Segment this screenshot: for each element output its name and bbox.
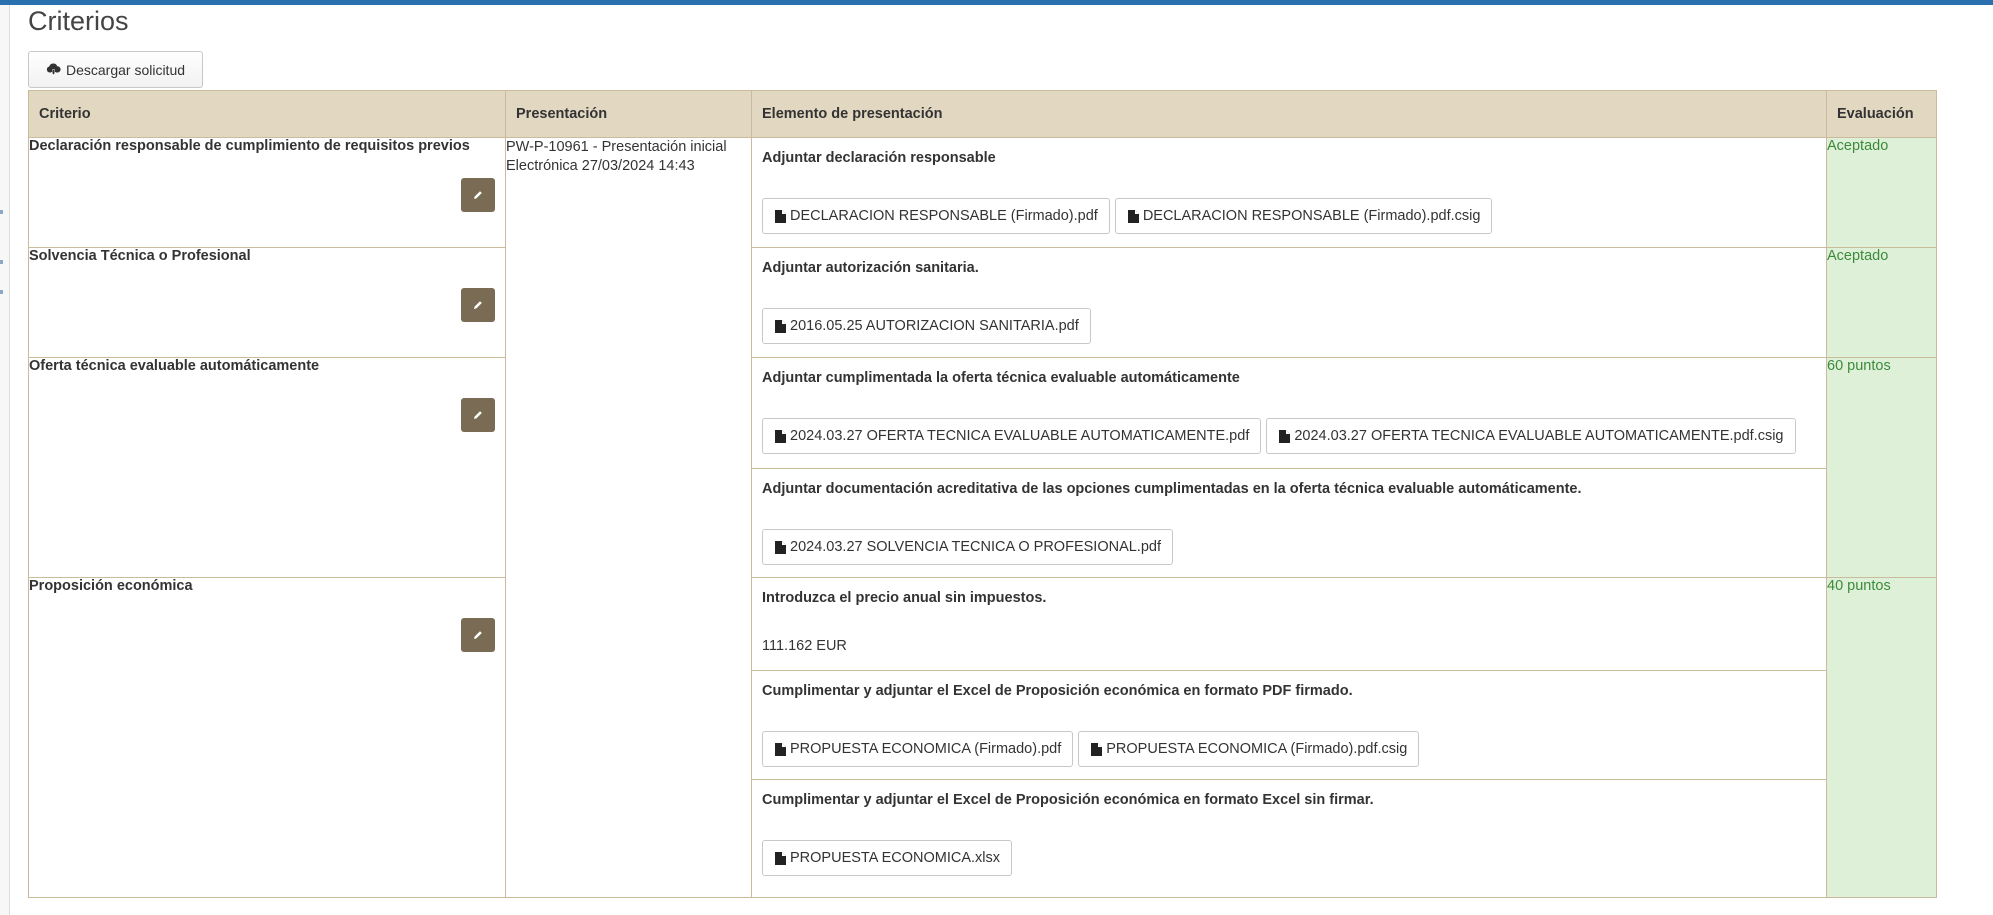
element-block: Adjuntar documentación acreditativa de l…: [752, 468, 1826, 577]
element-cell: Adjuntar cumplimentada la oferta técnica…: [751, 357, 1827, 578]
download-request-label: Descargar solicitud: [65, 61, 186, 78]
element-title: Introduzca el precio anual sin impuestos…: [762, 590, 1047, 606]
table-row: Proposición económica Introduzca el prec…: [28, 577, 1937, 898]
edit-criterion-button[interactable]: [461, 288, 495, 322]
column-header-presentacion: Presentación: [505, 90, 752, 138]
table-row: Declaración responsable de cumplimiento …: [28, 137, 1937, 898]
evaluation-cell: 60 puntos: [1826, 357, 1937, 578]
file-name: PROPUESTA ECONOMICA (Firmado).pdf.csig: [1106, 741, 1408, 757]
criterion-name: Oferta técnica evaluable automáticamente: [29, 358, 320, 374]
criterion-cell: Solvencia Técnica o Profesional: [28, 247, 506, 358]
file-list: DECLARACION RESPONSABLE (Firmado).pdf DE…: [762, 198, 1497, 234]
file-icon: [775, 742, 786, 756]
file-name: 2024.03.27 OFERTA TECNICA EVALUABLE AUTO…: [790, 428, 1250, 444]
left-panel-edge: [0, 5, 10, 915]
edit-criterion-button[interactable]: [461, 398, 495, 432]
element-cell: Introduzca el precio anual sin impuestos…: [751, 577, 1827, 898]
element-title: Cumplimentar y adjuntar el Excel de Prop…: [762, 683, 1353, 699]
file-list: 2024.03.27 SOLVENCIA TECNICA O PROFESION…: [762, 529, 1178, 565]
file-download-button[interactable]: DECLARACION RESPONSABLE (Firmado).pdf: [762, 198, 1110, 234]
criterion-cell: Proposición económica: [28, 577, 506, 898]
element-block: Introduzca el precio anual sin impuestos…: [752, 578, 1826, 670]
file-name: 2016.05.25 AUTORIZACION SANITARIA.pdf: [790, 318, 1079, 334]
file-icon: [1127, 209, 1139, 223]
price-value: 111.162 EUR: [762, 638, 847, 654]
element-block: Adjuntar cumplimentada la oferta técnica…: [752, 358, 1826, 468]
column-header-elemento: Elemento de presentación: [751, 90, 1827, 138]
presentation-date: Electrónica 27/03/2024 14:43: [506, 158, 695, 174]
file-name: PROPUESTA ECONOMICA (Firmado).pdf: [790, 741, 1062, 757]
file-download-button[interactable]: PROPUESTA ECONOMICA (Firmado).pdf.csig: [1078, 731, 1420, 767]
column-header-criterio: Criterio: [28, 90, 506, 138]
file-download-button[interactable]: 2024.03.27 SOLVENCIA TECNICA O PROFESION…: [762, 529, 1173, 565]
element-title: Adjuntar autorización sanitaria.: [762, 260, 979, 276]
evaluation-cell: 40 puntos: [1826, 577, 1937, 898]
page-title: Criterios: [28, 6, 129, 36]
element-title: Adjuntar declaración responsable: [762, 150, 996, 166]
file-list: PROPUESTA ECONOMICA.xlsx: [762, 840, 1017, 876]
edit-criterion-button[interactable]: [461, 618, 495, 652]
element-title: Adjuntar cumplimentada la oferta técnica…: [762, 370, 1240, 386]
criterion-name: Proposición económica: [29, 578, 193, 594]
table-header-row: Criterio Presentación Elemento de presen…: [28, 90, 1937, 138]
criterion-cell: Oferta técnica evaluable automáticamente: [28, 357, 506, 578]
file-icon: [1091, 742, 1103, 756]
pencil-icon: [474, 191, 482, 199]
criterion-name: Declaración responsable de cumplimiento …: [29, 138, 470, 154]
edit-criterion-button[interactable]: [461, 178, 495, 212]
file-icon: [775, 851, 786, 865]
presentation-id: PW-P-10961 - Presentación inicial: [506, 139, 727, 155]
file-icon: [775, 540, 786, 554]
download-request-button[interactable]: Descargar solicitud: [28, 51, 203, 88]
table-row: Oferta técnica evaluable automáticamente…: [28, 357, 1937, 578]
file-name: DECLARACION RESPONSABLE (Firmado).pdf: [790, 208, 1098, 224]
left-edge-marker: [0, 290, 3, 294]
criteria-table: Criterio Presentación Elemento de presen…: [28, 90, 1937, 898]
file-download-button[interactable]: 2024.03.27 OFERTA TECNICA EVALUABLE AUTO…: [1266, 418, 1796, 454]
element-block: Adjuntar declaración responsable DECLARA…: [752, 138, 1826, 247]
element-title: Cumplimentar y adjuntar el Excel de Prop…: [762, 792, 1374, 808]
file-list: 2024.03.27 OFERTA TECNICA EVALUABLE AUTO…: [762, 418, 1801, 454]
file-download-button[interactable]: PROPUESTA ECONOMICA (Firmado).pdf: [762, 731, 1074, 767]
file-download-button[interactable]: PROPUESTA ECONOMICA.xlsx: [762, 840, 1013, 876]
element-block: Adjuntar autorización sanitaria. 2016.05…: [752, 248, 1826, 357]
file-icon: [775, 209, 786, 223]
file-name: DECLARACION RESPONSABLE (Firmado).pdf.cs…: [1142, 208, 1481, 224]
pencil-icon: [474, 631, 482, 639]
criterion-cell: Declaración responsable de cumplimiento …: [28, 137, 506, 248]
table-row: Solvencia Técnica o Profesional Adjuntar…: [28, 247, 1937, 358]
file-icon: [1279, 429, 1291, 443]
file-download-button[interactable]: 2016.05.25 AUTORIZACION SANITARIA.pdf: [762, 308, 1091, 344]
element-title: Adjuntar documentación acreditativa de l…: [762, 481, 1582, 497]
left-edge-marker: [0, 210, 3, 214]
pencil-icon: [474, 411, 482, 419]
file-download-button[interactable]: DECLARACION RESPONSABLE (Firmado).pdf.cs…: [1114, 198, 1493, 234]
left-edge-marker: [0, 260, 3, 264]
file-list: 2016.05.25 AUTORIZACION SANITARIA.pdf: [762, 308, 1096, 344]
pencil-icon: [474, 301, 482, 309]
file-list: PROPUESTA ECONOMICA (Firmado).pdf PROPUE…: [762, 731, 1424, 767]
column-header-evaluacion: Evaluación: [1826, 90, 1937, 138]
file-icon: [775, 429, 786, 443]
cloud-download-icon: [46, 63, 61, 76]
evaluation-cell: Aceptado: [1826, 137, 1937, 248]
file-icon: [775, 319, 786, 333]
element-block: Cumplimentar y adjuntar el Excel de Prop…: [752, 779, 1826, 889]
criterion-name: Solvencia Técnica o Profesional: [29, 248, 251, 264]
element-cell: Adjuntar autorización sanitaria. 2016.05…: [751, 247, 1827, 358]
element-cell: Adjuntar declaración responsable DECLARA…: [751, 137, 1827, 248]
presentation-cell: PW-P-10961 - Presentación inicial Electr…: [505, 137, 752, 898]
file-download-button[interactable]: 2024.03.27 OFERTA TECNICA EVALUABLE AUTO…: [762, 418, 1262, 454]
element-block: Cumplimentar y adjuntar el Excel de Prop…: [752, 670, 1826, 779]
file-name: 2024.03.27 OFERTA TECNICA EVALUABLE AUTO…: [1294, 428, 1784, 444]
evaluation-cell: Aceptado: [1826, 247, 1937, 358]
file-name: 2024.03.27 SOLVENCIA TECNICA O PROFESION…: [790, 539, 1161, 555]
file-name: PROPUESTA ECONOMICA.xlsx: [790, 850, 1001, 866]
top-accent-line: [0, 0, 1993, 5]
